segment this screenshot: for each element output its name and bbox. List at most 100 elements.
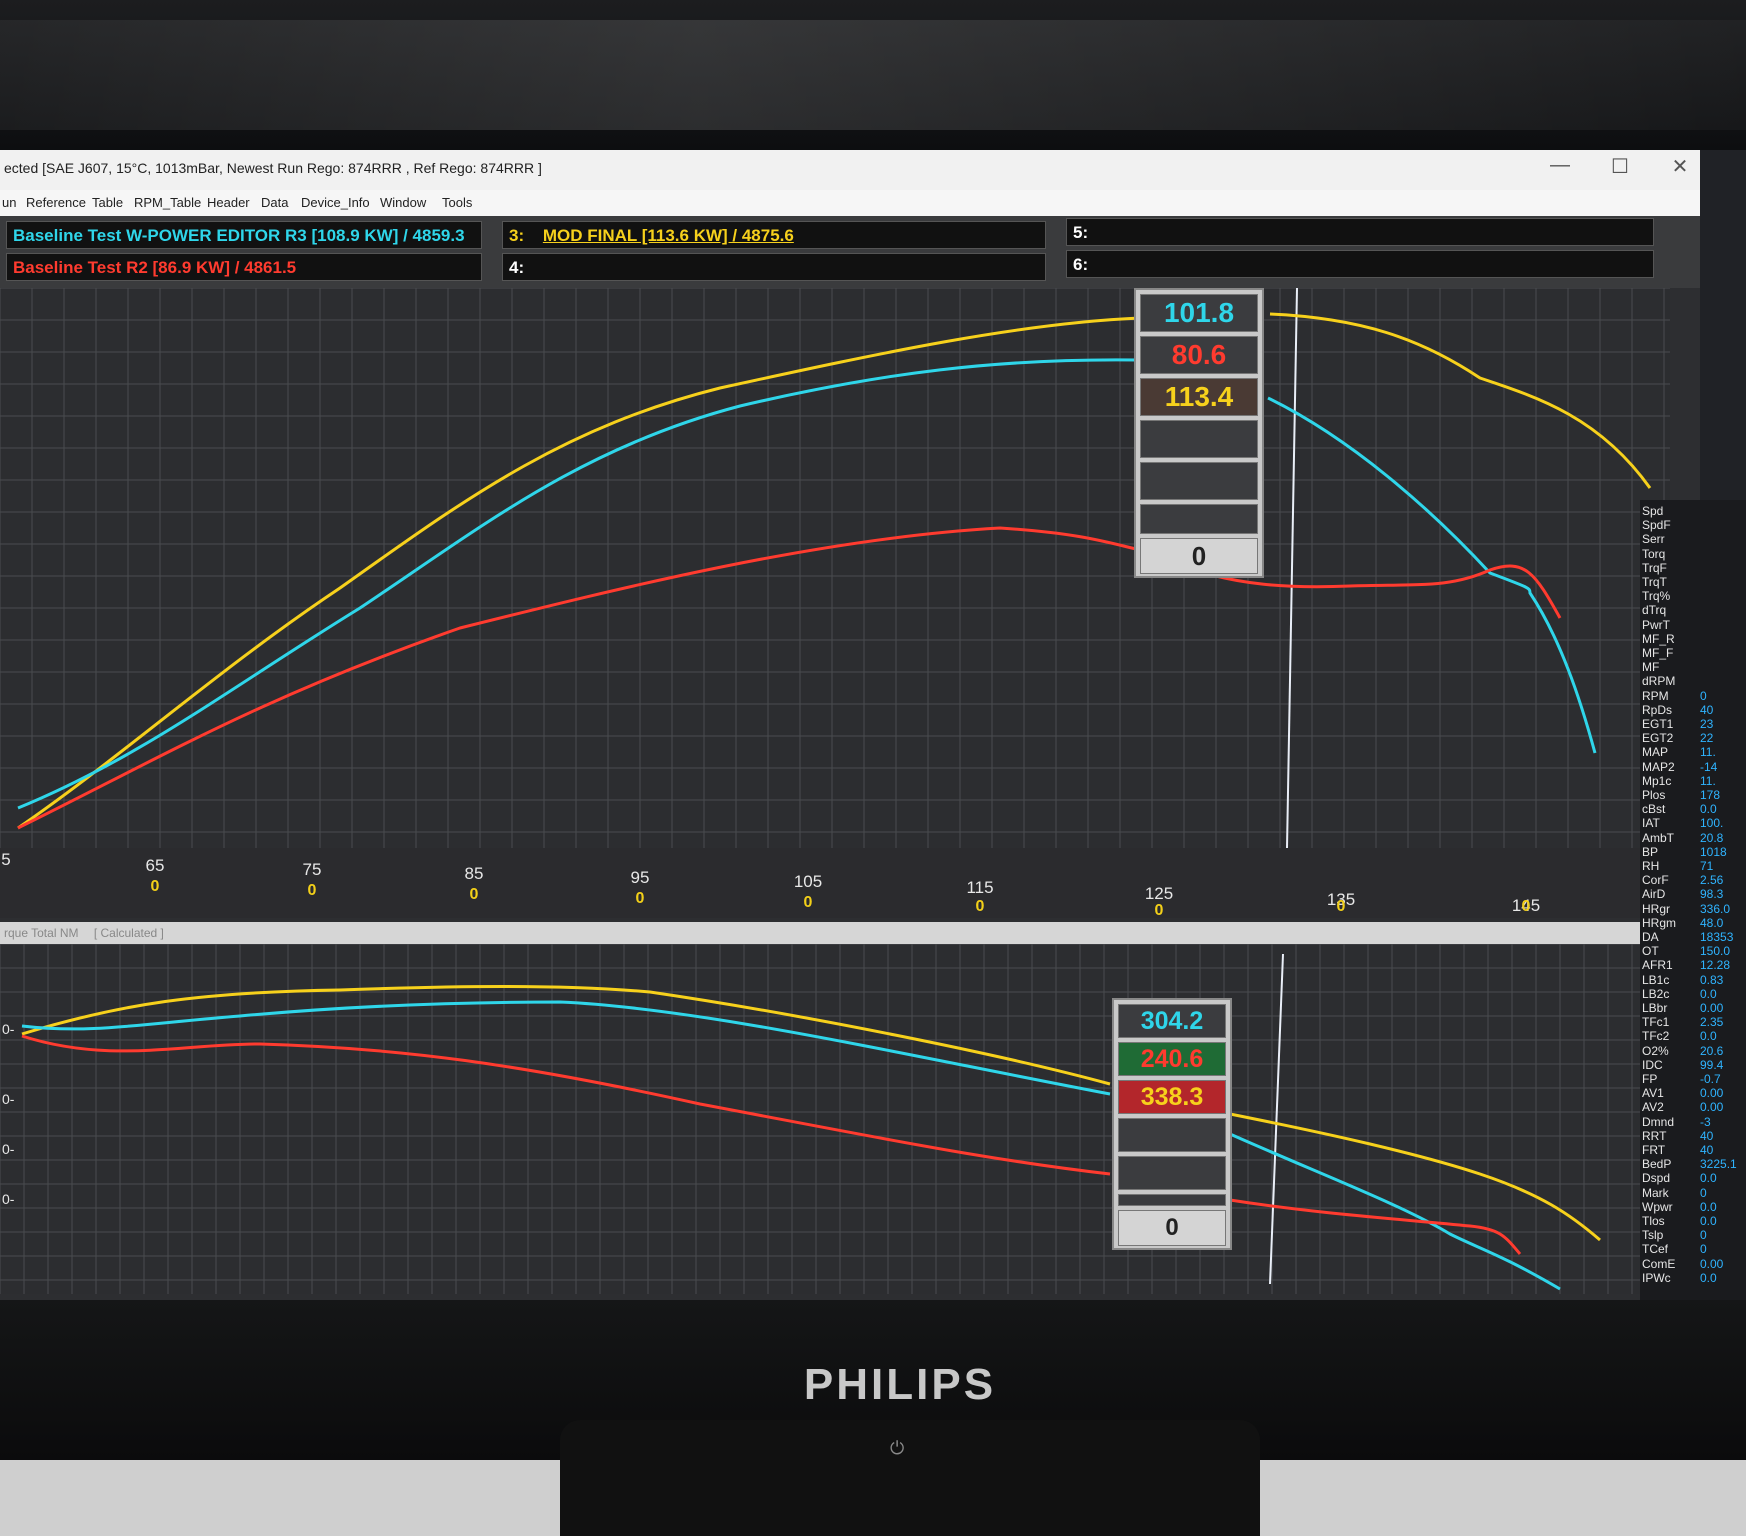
channel-value: 3225.1 [1700,1157,1737,1172]
torque-y-tick-2: 0- [2,1091,15,1107]
channel-name: IDC [1642,1057,1663,1072]
torque-readout-run1: 304.2 [1118,1004,1226,1038]
power-readout-footer: 0 [1140,538,1258,574]
channel-name: BedP [1642,1157,1672,1172]
run-slot-4[interactable]: 4: [502,253,1046,281]
menu-run[interactable]: un [2,195,16,210]
torque-readout-box: 304.2 240.6 338.3 0 [1112,998,1232,1250]
channel-value: 178 [1700,788,1721,802]
torque-chart[interactable]: 0- 0- 0- 0- [0,944,1650,1294]
channel-name: TFc1 [1642,1015,1670,1030]
torque-chart-background [0,944,1650,1294]
axis-tick-125: 125 [1144,884,1174,903]
power-chart[interactable] [0,288,1670,848]
bezel-reflection [0,20,1746,130]
torque-readout-run3: 338.3 [1118,1080,1226,1114]
axis-tick-95: 95 [630,868,650,887]
axis-zero-115: 0 [975,898,985,915]
channel-name: Plos [1642,788,1666,802]
channel-value: 0.0 [1700,1270,1717,1285]
power-readout-run5 [1140,462,1258,500]
run-slot-6[interactable]: 6: [1066,250,1654,278]
channel-value: 150.0 [1700,944,1731,959]
power-icon[interactable]: ⏻ [890,1438,904,1459]
menu-header[interactable]: Header [207,195,250,210]
channel-name: Torq [1642,546,1666,561]
channel-name: TCef [1642,1242,1669,1257]
axis-tick-105: 105 [793,872,823,891]
axis-zero-105: 0 [803,894,813,911]
channel-name: RH [1642,859,1660,873]
channel-value: 2.35 [1700,1015,1724,1030]
channel-name: Spd [1642,504,1664,518]
axis-tick-75: 75 [302,860,322,879]
close-button[interactable]: ✕ [1660,154,1700,179]
channel-value: 0 [1700,1242,1707,1257]
power-readout-run4 [1140,420,1258,458]
power-chart-background [0,288,1670,848]
menu-window[interactable]: Window [380,195,426,210]
monitor-stand [560,1420,1260,1536]
channel-name: dRPM [1642,674,1676,689]
window-title: ected [SAE J607, 15°C, 1013mBar, Newest … [4,160,542,176]
torque-readout-run2: 240.6 [1118,1042,1226,1076]
channel-value: 98.3 [1700,887,1724,902]
channel-value: 99.4 [1700,1057,1724,1072]
channel-name: DA [1642,930,1659,944]
channel-value: 0 [1700,1228,1707,1243]
run-slot-1[interactable]: Baseline Test W-POWER EDITOR R3 [108.9 K… [6,221,482,249]
menu-tools[interactable]: Tools [442,195,472,210]
channel-name: AirD [1642,887,1666,902]
channel-list[interactable]: Spd SpdF Serr Torq TrqF TrqT Trq% dTrq PwrT MF_R M… [1640,500,1746,1300]
channel-value: 23 [1700,717,1714,731]
channel-name: MF [1642,660,1660,675]
channel-name: SpdF [1642,518,1671,533]
channel-value: -0.7 [1700,1072,1721,1086]
axis-zero-135: 0 [1336,898,1346,915]
channel-value: 12.28 [1700,958,1731,973]
channel-name: OT [1642,944,1659,959]
axis-zero-65: 0 [150,878,160,895]
run-slot-5[interactable]: 5: [1066,218,1654,246]
channel-name: FRT [1642,1143,1666,1157]
torque-readout-run6 [1118,1194,1226,1206]
channel-name: AmbT [1642,830,1675,845]
channel-value: 100. [1700,816,1724,831]
channel-name: AFR1 [1642,958,1673,973]
torque-readout-run4 [1118,1118,1226,1152]
menu-device-info[interactable]: Device_Info [301,195,370,210]
channel-value: 0.00 [1700,1086,1724,1101]
channel-name: TrqT [1642,575,1667,589]
channel-value: 0 [1700,688,1707,703]
channel-row[interactable]: IPWc 0.0 [1640,1271,1746,1287]
lower-chart-caption: rque Total NM [4,926,79,940]
run-selector-panel: Baseline Test W-POWER EDITOR R3 [108.9 K… [0,216,1710,288]
run-label-1: Baseline Test W-POWER EDITOR R3 [108.9 K… [13,226,465,245]
channel-name: BP [1642,844,1659,859]
torque-y-tick-4: 0- [2,1191,15,1207]
menu-data[interactable]: Data [261,195,288,210]
channel-value: 0.83 [1700,972,1724,987]
channel-name: Trq% [1642,589,1671,604]
channel-value: 11. [1700,773,1716,788]
power-readout-run1: 101.8 [1140,294,1258,332]
lower-chart-caption-note: [ Calculated ] [93,926,164,940]
run-slot-3[interactable]: 3: MOD FINAL [113.6 KW] / 4875.6 [502,221,1046,249]
menu-reference[interactable]: Reference [26,195,86,210]
axis-tick-65: 65 [145,856,165,875]
torque-readout-footer: 0 [1118,1210,1226,1246]
channel-value: 71 [1700,859,1714,873]
menu-table[interactable]: Table [92,195,123,210]
menu-rpm-table[interactable]: RPM_Table [134,195,201,210]
channel-name: HRgr [1642,901,1671,916]
maximize-button[interactable]: ☐ [1600,154,1640,179]
minimize-button[interactable]: — [1540,154,1580,177]
channel-name: Wpwr [1642,1199,1673,1214]
channel-name: LBbr [1642,1001,1668,1015]
run-slot-2[interactable]: Baseline Test R2 [86.9 KW] / 4861.5 [6,253,482,281]
channel-name: CorF [1642,873,1669,888]
channel-value: 48.0 [1700,915,1724,930]
channel-name: LB2c [1642,986,1670,1001]
channel-value: 18353 [1700,930,1734,944]
run-label-2: Baseline Test R2 [86.9 KW] / 4861.5 [13,258,297,277]
